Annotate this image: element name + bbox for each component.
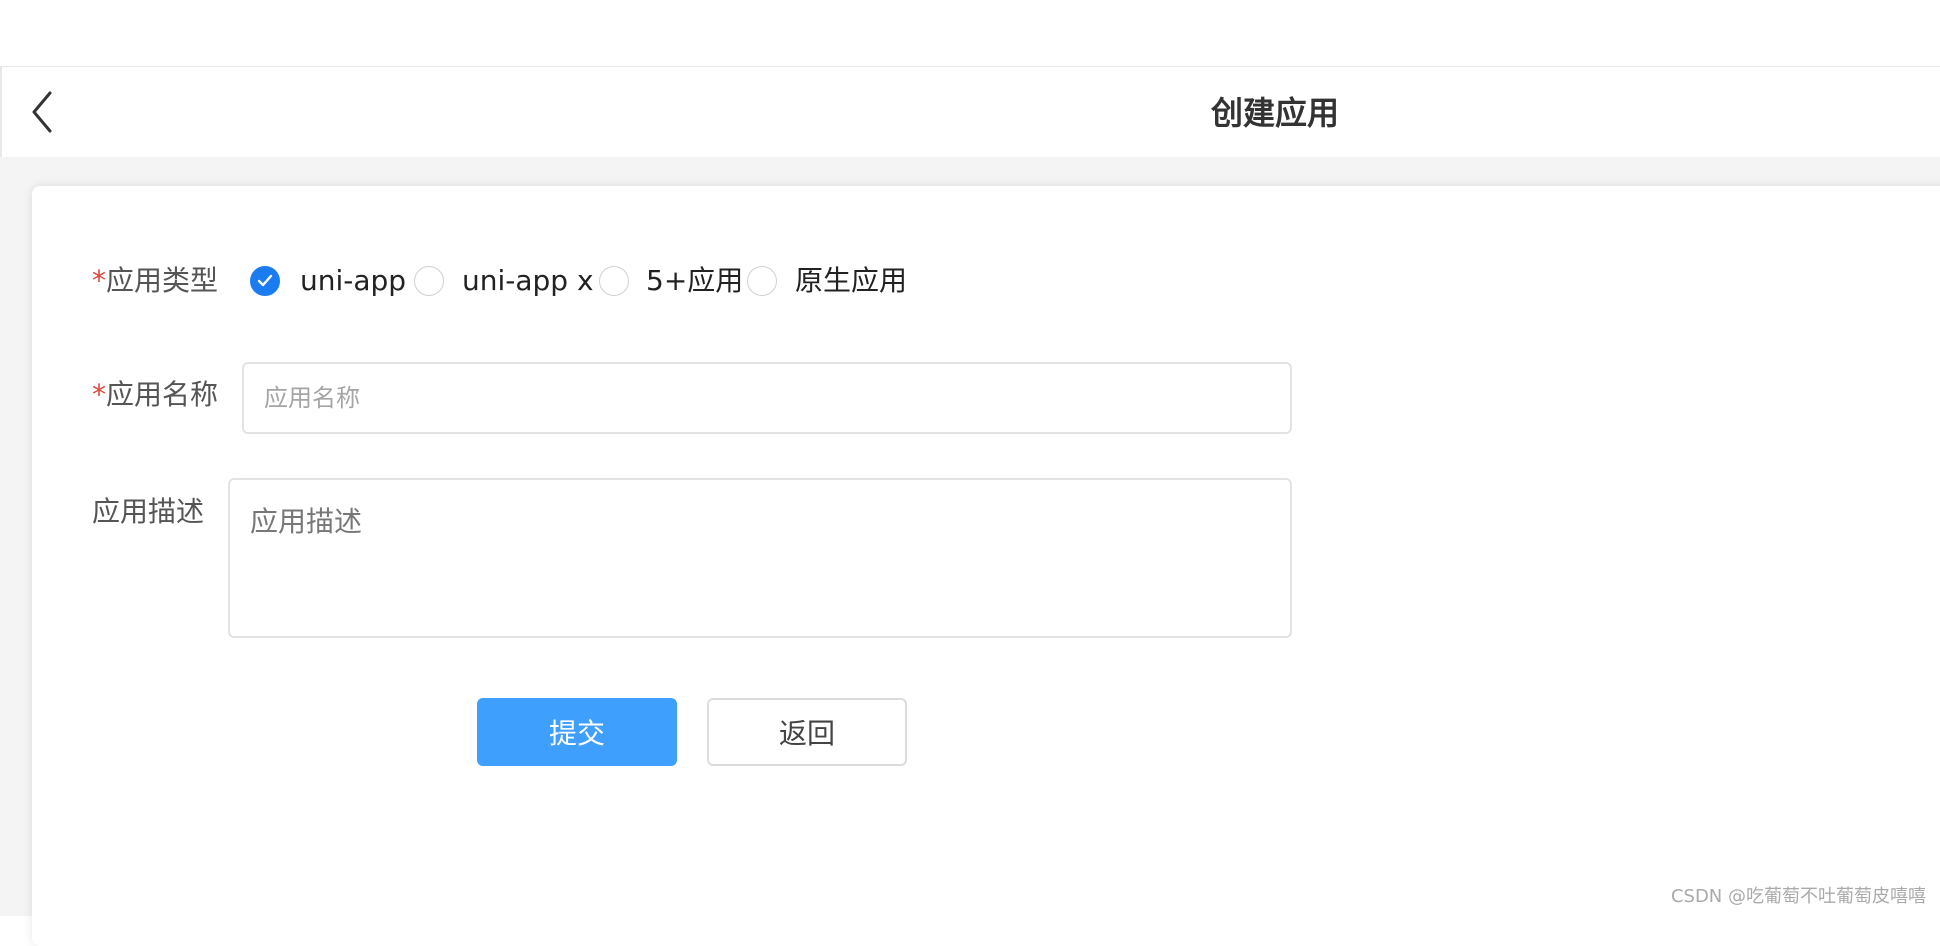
- navigation-bar: 创建应用: [0, 67, 1940, 157]
- required-mark: *: [92, 378, 106, 411]
- app-name-label: *应用名称: [92, 375, 218, 415]
- radio-uni-app-x[interactable]: [414, 266, 444, 296]
- required-mark: *: [92, 264, 106, 297]
- chevron-left-icon[interactable]: [28, 87, 58, 137]
- page-title: 创建应用: [1175, 91, 1375, 135]
- app-name-input[interactable]: [242, 362, 1292, 434]
- submit-button[interactable]: 提交: [477, 698, 677, 766]
- radio-native-app[interactable]: [747, 266, 777, 296]
- app-desc-label: 应用描述: [92, 492, 204, 532]
- radio-label-native-app[interactable]: 原生应用: [795, 261, 907, 301]
- top-blank-area: [0, 0, 1940, 67]
- radio-5plus-app[interactable]: [599, 266, 629, 296]
- app-description-textarea[interactable]: [228, 478, 1292, 638]
- form-card: *应用类型 uni-app uni-app x 5+应用 原生应用 *应用名称 …: [32, 186, 1940, 946]
- back-button[interactable]: 返回: [707, 698, 907, 766]
- app-type-label: *应用类型: [92, 261, 218, 301]
- radio-label-5plus-app[interactable]: 5+应用: [646, 261, 743, 301]
- radio-uni-app[interactable]: [250, 266, 280, 296]
- radio-label-uni-app-x[interactable]: uni-app x: [462, 261, 594, 301]
- radio-label-uni-app[interactable]: uni-app: [300, 261, 406, 301]
- checkmark-icon: [257, 274, 273, 288]
- watermark-text: CSDN @吃葡萄不吐葡萄皮嘻嘻: [1671, 882, 1926, 908]
